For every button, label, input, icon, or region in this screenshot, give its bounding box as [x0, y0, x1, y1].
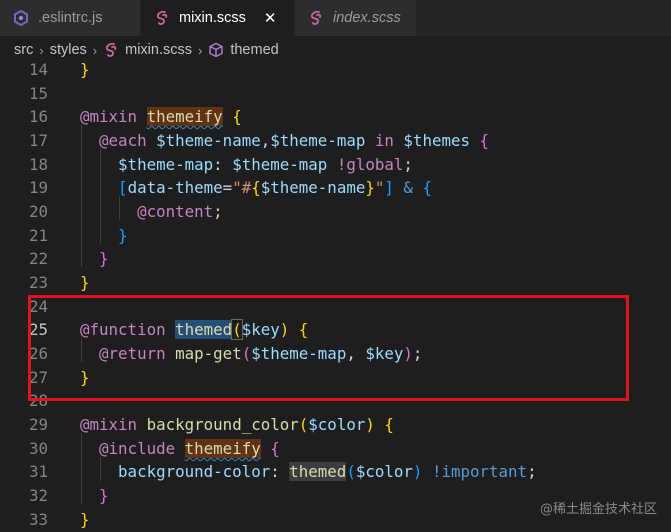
code-text: @return map-get($theme-map, $key);	[99, 344, 423, 363]
code-text: @function themed($key) {	[80, 319, 309, 340]
breadcrumb-item-src[interactable]: src	[14, 42, 33, 58]
line-number: 31	[28, 462, 48, 481]
line-number: 21	[28, 226, 48, 245]
code-text: @include themeify {	[99, 439, 280, 458]
code-line: 25 @function themed($key) {	[0, 318, 671, 342]
code-line: 26 @return map-get($theme-map, $key);	[0, 342, 671, 366]
line-number: 19	[28, 178, 48, 197]
code-text: @each $theme-name,$theme-map in $themes …	[99, 131, 490, 150]
code-line: 24	[0, 295, 671, 319]
breadcrumb-item-symbol[interactable]: themed	[230, 42, 278, 58]
code-text: @mixin themeify {	[80, 107, 242, 126]
code-text: }	[80, 273, 90, 292]
code-line: 29 @mixin background_color($color) {	[0, 413, 671, 437]
code-text: [data-theme="#{$theme-name}"] & {	[118, 178, 432, 197]
cube-icon	[208, 42, 224, 58]
line-number: 16	[28, 107, 48, 126]
code-line: 15	[0, 82, 671, 106]
line-number: 26	[28, 344, 48, 363]
tab-bar: .eslintrc.js mixin.scss ✕ index.scss	[0, 0, 671, 36]
line-number: 22	[28, 249, 48, 268]
code-text: }	[80, 510, 90, 529]
line-number: 30	[28, 439, 48, 458]
code-line: 27}	[0, 366, 671, 390]
watermark: @稀土掘金技术社区	[539, 502, 657, 517]
code-text: }	[80, 60, 90, 79]
tab-eslintrc[interactable]: .eslintrc.js	[0, 0, 141, 36]
sass-icon	[103, 42, 119, 58]
chevron-right-icon: ›	[197, 42, 203, 58]
code-text: background-color: themed($color) !import…	[118, 462, 537, 481]
code-text: }	[80, 226, 128, 245]
line-number: 14	[28, 60, 48, 79]
line-number: 15	[28, 84, 48, 103]
line-number: 27	[28, 368, 48, 387]
chevron-right-icon: ›	[39, 42, 44, 58]
sass-icon	[153, 9, 171, 27]
sass-icon	[307, 9, 325, 27]
code-line: 31 background-color: themed($color) !imp…	[0, 460, 671, 484]
code-text: }	[80, 368, 90, 387]
tab-label: .eslintrc.js	[38, 10, 103, 26]
chevron-right-icon: ›	[92, 42, 98, 58]
line-number: 29	[28, 415, 48, 434]
code-line: 28	[0, 389, 671, 413]
line-number: 24	[28, 297, 48, 316]
code-line: 23}	[0, 271, 671, 295]
code-text: }	[80, 249, 109, 268]
tab-label: index.scss	[333, 10, 401, 26]
code-line: 22 }	[0, 247, 671, 271]
line-number: 20	[28, 202, 48, 221]
tab-label: mixin.scss	[179, 10, 246, 26]
line-number: 28	[28, 391, 48, 410]
code-line: 17 @each $theme-name,$theme-map in $them…	[0, 129, 671, 153]
line-number: 33	[28, 510, 48, 529]
code-line: 16 @mixin themeify {	[0, 105, 671, 129]
line-number: 18	[28, 155, 48, 174]
code-text: @content;	[137, 202, 223, 221]
line-number: 25	[28, 320, 48, 339]
breadcrumb-item-file[interactable]: mixin.scss	[125, 42, 192, 58]
code-line: 19 [data-theme="#{$theme-name}"] & {	[0, 176, 671, 200]
code-line: 18 $theme-map: $theme-map !global;	[0, 153, 671, 177]
line-number: 17	[28, 131, 48, 150]
tab-mixin-scss[interactable]: mixin.scss ✕	[141, 0, 295, 36]
line-number: 32	[28, 486, 48, 505]
breadcrumb-item-styles[interactable]: styles	[50, 42, 87, 58]
close-icon[interactable]: ✕	[264, 9, 277, 27]
code-text: $theme-map: $theme-map !global;	[118, 155, 413, 174]
code-line: 30 @include themeify {	[0, 437, 671, 461]
code-text: }	[80, 486, 109, 505]
code-editor[interactable]: 14} 15 16 @mixin themeify { 17 @each $the…	[0, 60, 671, 531]
eslint-icon	[12, 9, 30, 27]
code-text: @mixin background_color($color) {	[80, 415, 394, 434]
code-line: 20 @content;	[0, 200, 671, 224]
code-line: 14}	[0, 58, 671, 82]
code-line: 21 }	[0, 224, 671, 248]
line-number: 23	[28, 273, 48, 292]
tab-index-scss[interactable]: index.scss	[295, 0, 417, 36]
